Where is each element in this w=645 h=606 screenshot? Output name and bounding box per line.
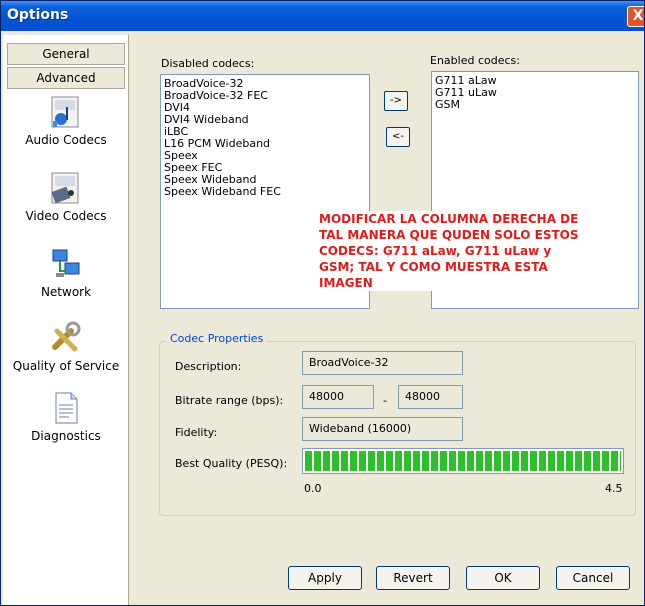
description-label: Description: — [175, 360, 242, 373]
sidebar-item-label: Audio Codecs — [25, 133, 107, 147]
tab-general[interactable]: General — [7, 43, 125, 65]
sidebar-item-label: Network — [40, 285, 92, 299]
disabled-codecs-label: Disabled codecs: — [161, 57, 255, 70]
bitrate-label: Bitrate range (bps): — [175, 394, 284, 407]
sidebar-item-network[interactable]: Network — [3, 247, 129, 299]
quality-label: Best Quality (PESQ): — [175, 457, 288, 470]
quality-of-service-icon — [52, 321, 81, 352]
quality-progress-fill — [305, 451, 621, 471]
quality-scale-min: 0.0 — [304, 482, 322, 495]
apply-button[interactable]: Apply — [288, 566, 362, 590]
list-item[interactable]: Speex Wideband FEC — [164, 186, 366, 198]
quality-progress-bar — [302, 448, 624, 474]
title-bar[interactable]: Options X — [1, 1, 644, 31]
audio-codecs-icon — [51, 96, 79, 128]
close-icon: X — [632, 8, 644, 24]
tab-advanced[interactable]: Advanced — [7, 67, 125, 89]
list-item[interactable]: GSM — [435, 99, 635, 111]
sidebar: General Advanced Audio Codecs Video Code… — [3, 35, 129, 605]
cancel-button[interactable]: Cancel — [556, 566, 630, 590]
quality-scale-max: 4.5 — [605, 482, 623, 495]
bitrate-min-field: 48000 — [302, 385, 374, 409]
sidebar-item-video-codecs[interactable]: Video Codecs — [3, 171, 129, 223]
move-to-enabled-button[interactable]: -> — [384, 91, 408, 111]
bitrate-max-field: 48000 — [398, 385, 463, 409]
description-field: BroadVoice-32 — [302, 351, 463, 375]
sidebar-item-quality-of-service[interactable]: Quality of Service — [3, 321, 129, 373]
enabled-codecs-label: Enabled codecs: — [430, 54, 520, 67]
sidebar-item-diagnostics[interactable]: Diagnostics — [3, 391, 129, 443]
revert-button[interactable]: Revert — [376, 566, 450, 590]
window-title: Options — [7, 7, 69, 23]
fidelity-label: Fidelity: — [175, 426, 218, 439]
codec-properties-title: Codec Properties — [167, 332, 267, 345]
network-icon — [52, 249, 80, 277]
ok-button[interactable]: OK — [466, 566, 540, 590]
sidebar-item-label: Diagnostics — [31, 429, 101, 443]
bitrate-separator: - — [383, 394, 387, 407]
sidebar-item-label: Quality of Service — [12, 359, 120, 373]
list-item[interactable]: BroadVoice-32 FEC — [164, 90, 366, 102]
annotation-note: MODIFICAR LA COLUMNA DERECHA DE TAL MANE… — [319, 211, 589, 291]
close-button[interactable]: X — [627, 6, 644, 27]
options-window: Options X General Advanced Audio Codecs — [0, 0, 645, 606]
sidebar-item-label: Video Codecs — [25, 209, 107, 223]
sidebar-item-audio-codecs[interactable]: Audio Codecs — [3, 95, 129, 147]
video-codecs-icon — [51, 172, 79, 204]
list-item[interactable]: G711 uLaw — [435, 87, 635, 99]
move-to-disabled-button[interactable]: <- — [386, 127, 410, 147]
fidelity-field: Wideband (16000) — [302, 417, 463, 441]
list-item[interactable]: DVI4 Wideband — [164, 114, 366, 126]
diagnostics-icon — [55, 392, 78, 424]
